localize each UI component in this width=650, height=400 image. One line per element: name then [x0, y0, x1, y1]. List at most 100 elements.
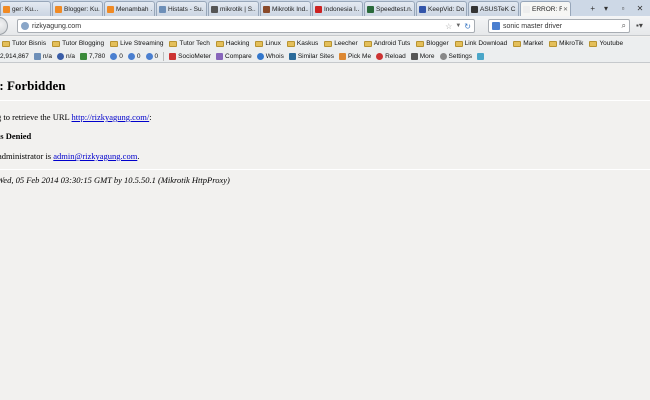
stat-x[interactable]: n/a [56, 52, 75, 60]
more-button[interactable]: More [410, 52, 435, 60]
minimize-icon[interactable]: ▾ [600, 4, 612, 13]
bookmark-star-icon[interactable]: ☆ [445, 22, 452, 31]
bookmark-folder[interactable]: Hacking [215, 40, 249, 47]
back-button[interactable] [0, 17, 8, 35]
reload-icon[interactable]: ↻ [464, 22, 471, 31]
sociometer-icon [169, 52, 177, 60]
stat-b3[interactable]: 0 [145, 52, 158, 60]
sociometer-button[interactable]: SocioMeter [169, 52, 211, 60]
history-dropdown-icon[interactable]: ▼ [455, 23, 461, 29]
tab-favicon-icon [315, 5, 322, 13]
tab-favicon-icon [55, 5, 62, 13]
search-input[interactable]: sonic master driver [503, 23, 622, 30]
search-bar[interactable]: sonic master driver ⌕ [488, 19, 630, 33]
close-window-icon[interactable]: ✕ [634, 4, 646, 13]
url-bar[interactable]: rizkyagung.com ☆ ▼ ↻ [17, 19, 475, 33]
tab-1[interactable]: Blogger: Ku... [52, 1, 103, 16]
stat-value: 0 [119, 52, 123, 60]
tab-4[interactable]: mikrotik | S... [208, 1, 259, 16]
folder-icon [215, 40, 224, 47]
pick-me-icon [338, 52, 346, 60]
bookmark-label: Leecher [334, 40, 358, 47]
bookmark-folder[interactable]: Tutor Tech [169, 40, 210, 47]
admin-email-link[interactable]: admin@rizkyagung.com [53, 151, 137, 161]
url-text[interactable]: rizkyagung.com [32, 23, 445, 30]
folder-icon [363, 40, 372, 47]
tab-label: KeepVid: Do... [428, 5, 464, 13]
settings-button[interactable]: Settings [439, 52, 472, 60]
tab-label: Histats - Su... [168, 5, 204, 13]
more-icon [410, 52, 418, 60]
tab-label: Indonesia I... [324, 5, 360, 13]
bookmark-label: Live Streaming [120, 40, 164, 47]
extra-addon-button[interactable] [477, 52, 486, 60]
pick-me-button[interactable]: Pick Me [338, 52, 371, 60]
tab-label: ERROR: F... [532, 5, 562, 13]
stat-links[interactable]: 7,780 [80, 52, 105, 60]
folder-icon [2, 40, 10, 47]
whois-button[interactable]: Whois [256, 52, 284, 60]
tab-8[interactable]: KeepVid: Do... [416, 1, 467, 16]
bookmark-folder[interactable]: Link Download [454, 40, 507, 47]
stat-b2[interactable]: 0 [127, 52, 141, 60]
bookmark-folder[interactable]: Tutor Bisnis [2, 40, 46, 47]
tab-favicon-icon [211, 5, 218, 13]
tab-10[interactable]: ERROR: F...✕ [520, 1, 571, 16]
tab-0[interactable]: ger: Ku... [0, 1, 51, 16]
folder-icon [286, 40, 295, 47]
bookmark-folder[interactable]: Youtube [589, 40, 623, 47]
more-label: More [419, 52, 435, 60]
retrieve-url-link[interactable]: http://rizkyagung.com/ [72, 112, 150, 122]
folder-icon [513, 40, 522, 47]
bookmark-folder[interactable]: Android Tuts [363, 40, 410, 47]
tab-label: Menambah ... [116, 5, 152, 13]
bookmark-label: Tutor Bisnis [12, 40, 47, 47]
bookmark-folder[interactable]: Leecher [324, 40, 358, 47]
tab-5[interactable]: Mikrotik Ind... [260, 1, 311, 16]
stat-alexa[interactable]: n/a [33, 52, 52, 60]
tab-label: Speedtest.n... [376, 5, 412, 13]
tab-favicon-icon [523, 5, 530, 13]
admin-line: administrator is admin@rizkyagung.com. [0, 151, 139, 161]
tab-favicon-icon [419, 5, 426, 13]
tab-close-icon[interactable]: ✕ [563, 6, 568, 13]
folder-icon [454, 40, 463, 47]
tab-favicon-icon [471, 5, 478, 13]
tab-7[interactable]: Speedtest.n... [364, 1, 415, 16]
compare-button[interactable]: Compare [216, 52, 252, 60]
new-tab-button[interactable]: + [590, 4, 595, 13]
folder-icon [416, 40, 425, 47]
admin-suffix: . [137, 151, 140, 161]
tab-strip: ger: Ku... Blogger: Ku... Menambah ... Hist… [0, 0, 572, 16]
b-icon [110, 52, 118, 60]
tab-3[interactable]: Histats - Su... [156, 1, 207, 16]
tab-2[interactable]: Menambah ... [104, 1, 155, 16]
separator [163, 51, 165, 61]
stat-b1[interactable]: 0 [110, 52, 123, 60]
bookmark-folder[interactable]: Kaskus [286, 40, 318, 47]
search-engine-icon[interactable] [492, 22, 500, 30]
retrieve-line: g to retrieve the URL http://rizkyagung.… [0, 112, 152, 122]
whois-icon [256, 52, 264, 60]
bookmark-folder[interactable]: Market [513, 40, 543, 47]
restore-icon[interactable]: ▫ [617, 4, 629, 13]
alexa-icon [33, 52, 41, 60]
bookmark-folder[interactable]: MikroTik [549, 40, 583, 47]
bookmark-folder[interactable]: Linux [255, 40, 281, 47]
bookmark-label: Tutor Blogging [62, 40, 105, 47]
bookmark-folder[interactable]: Live Streaming [110, 40, 163, 47]
stat-pagerank[interactable]: 2,914,867 [0, 53, 29, 60]
bookmarks-bar: Tutor Bisnis Tutor Blogging Live Streaming… [0, 37, 650, 50]
similar-sites-button[interactable]: Similar Sites [288, 52, 334, 60]
folder-icon [52, 40, 61, 47]
admin-text: administrator is [0, 151, 54, 161]
search-icon[interactable]: ⌕ [622, 21, 626, 31]
tab-6[interactable]: Indonesia I... [312, 1, 363, 16]
bookmark-folder[interactable]: Tutor Blogging [52, 40, 104, 47]
menu-icon[interactable]: ▪▾ [636, 21, 643, 30]
tab-9[interactable]: ASUSTeK C... [468, 1, 519, 16]
navigation-bar: rizkyagung.com ☆ ▼ ↻ sonic master driver… [0, 16, 650, 36]
bookmark-folder[interactable]: Blogger [416, 40, 449, 47]
reload-addon-button[interactable]: Reload [376, 52, 406, 60]
bookmark-label: Tutor Tech [179, 40, 210, 47]
